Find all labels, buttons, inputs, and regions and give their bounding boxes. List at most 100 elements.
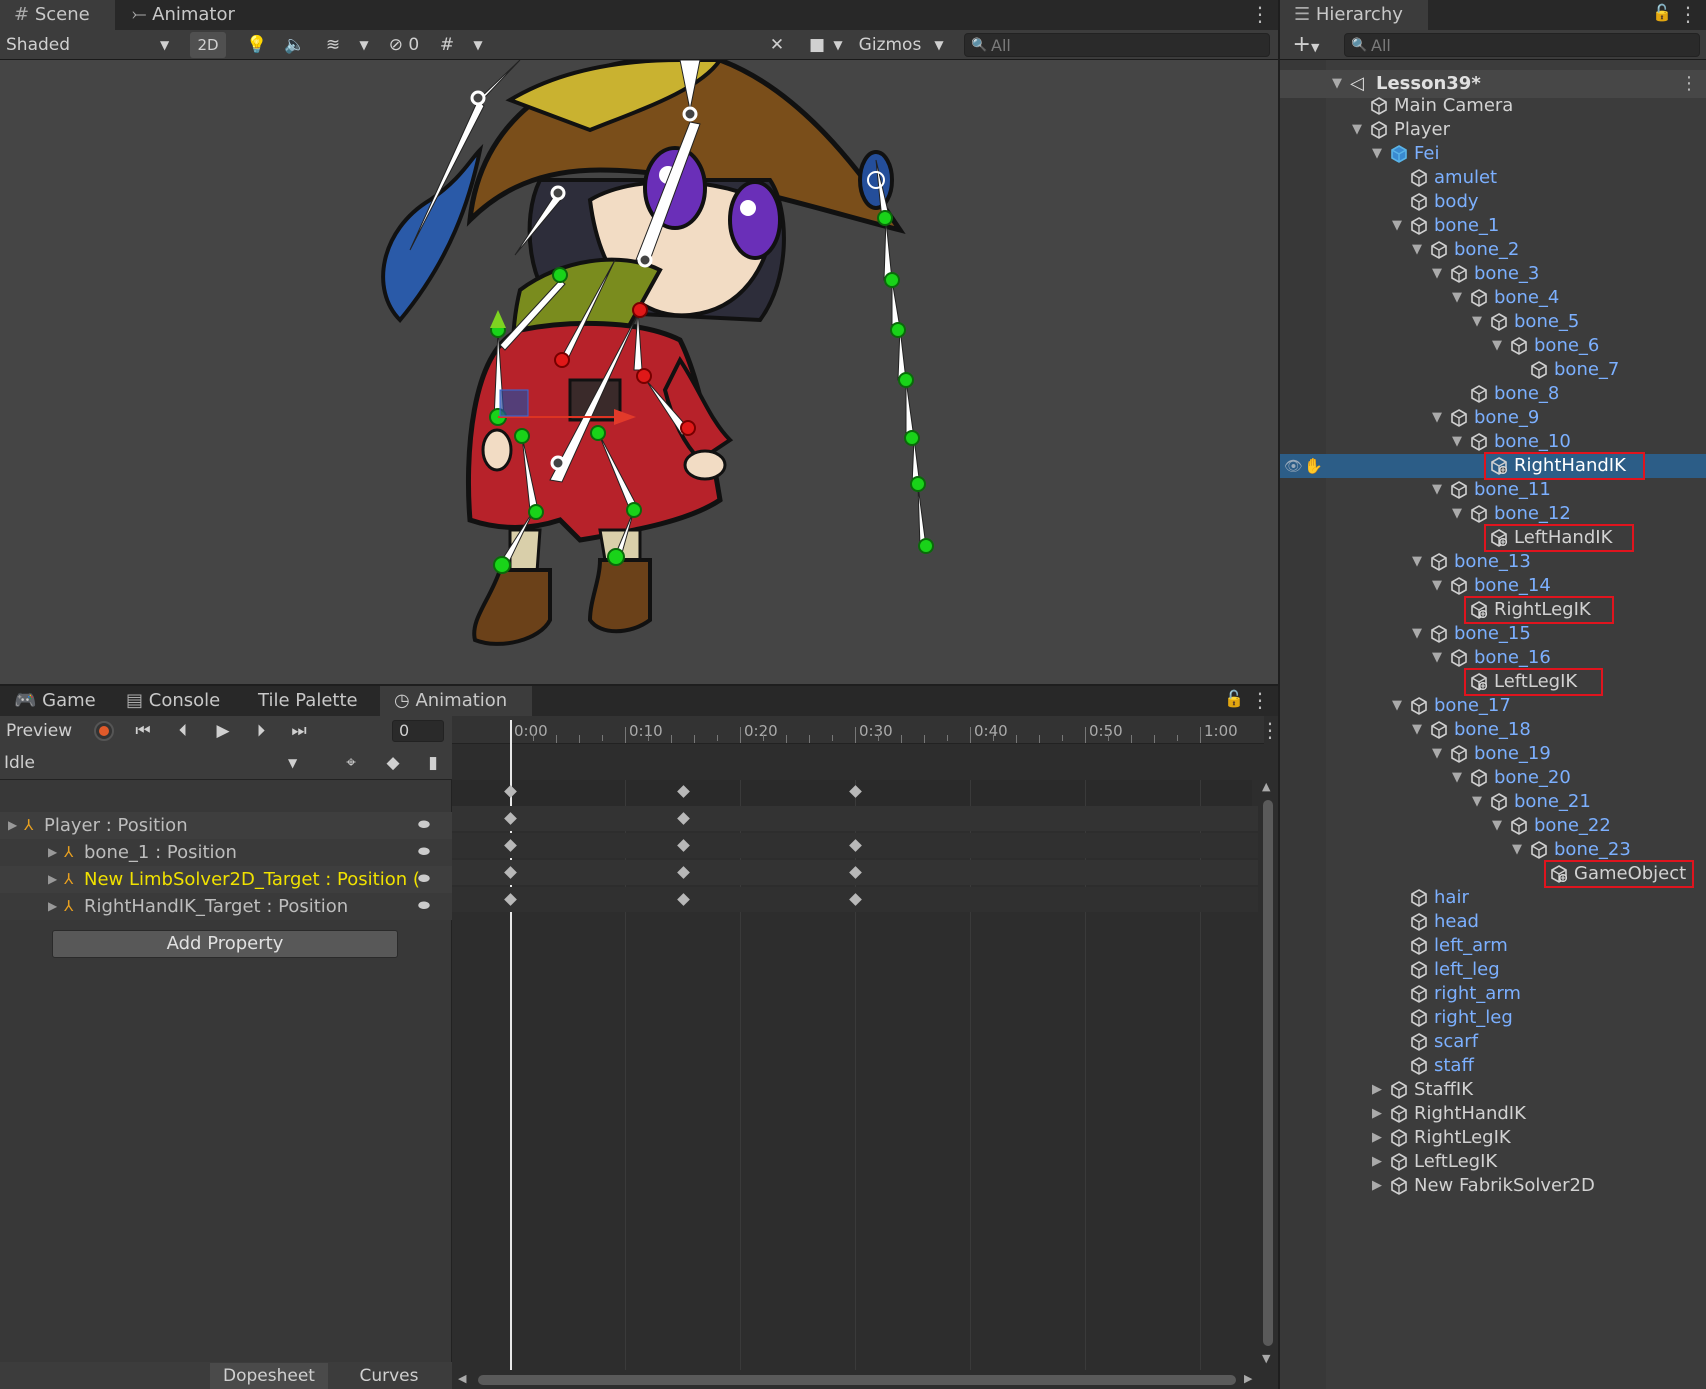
collapse-arrow-icon[interactable]: ▶	[1372, 1102, 1382, 1126]
2d-toggle-button[interactable]: 2D	[190, 32, 226, 58]
collapse-arrow-icon[interactable]: ▶	[1372, 1174, 1382, 1198]
expand-arrow-icon[interactable]: ▼	[1432, 262, 1442, 286]
property-row[interactable]: ▶ ⅄ Player : Position ⬬	[0, 812, 455, 839]
expand-arrow-icon[interactable]: ▼	[1472, 310, 1482, 334]
hierarchy-item[interactable]: hair	[1280, 886, 1706, 910]
hierarchy-item[interactable]: amulet	[1280, 166, 1706, 190]
keyframe-toggle-icon[interactable]: ⬬	[418, 839, 430, 866]
add-object-button[interactable]: +▼	[1286, 32, 1326, 58]
filter-keyframes-icon[interactable]: ⌖	[338, 750, 364, 776]
expand-arrow-icon[interactable]: ▼	[1412, 550, 1422, 574]
tab-scene[interactable]: # Scene	[0, 0, 115, 30]
tools-icon[interactable]: ✕	[764, 32, 790, 58]
hierarchy-item[interactable]: ▼ bone_18	[1280, 718, 1706, 742]
gizmos-dropdown-icon[interactable]: ▼	[930, 32, 948, 58]
camera-dropdown-icon[interactable]: ▼	[830, 32, 846, 58]
expand-arrow-icon[interactable]: ▼	[1432, 406, 1442, 430]
keyframe-toggle-icon[interactable]: ⬬	[418, 812, 430, 839]
hierarchy-item[interactable]: ▼ bone_12	[1280, 502, 1706, 526]
expand-arrow-icon[interactable]: ▼	[1452, 766, 1462, 790]
grid-snap-icon[interactable]: #	[434, 32, 460, 58]
hierarchy-item[interactable]: ▼ bone_4	[1280, 286, 1706, 310]
expand-arrow-icon[interactable]: ▼	[1452, 286, 1462, 310]
tab-tile-palette[interactable]: Tile Palette	[244, 686, 372, 716]
expand-arrow-icon[interactable]: ▼	[1432, 646, 1442, 670]
hierarchy-item[interactable]: ▶ New FabrikSolver2D	[1280, 1174, 1706, 1198]
tab-game[interactable]: 🎮 Game	[0, 686, 110, 716]
timeline-menu-icon[interactable]: ⋮	[1260, 718, 1280, 742]
hierarchy-item[interactable]: ▼ bone_9	[1280, 406, 1706, 430]
collapse-arrow-icon[interactable]: ▶	[1372, 1126, 1382, 1150]
collapse-arrow-icon[interactable]: ▶	[1372, 1150, 1382, 1174]
hierarchy-item[interactable]: ▼ bone_17	[1280, 694, 1706, 718]
keyframe-toggle-icon[interactable]: ⬬	[418, 893, 430, 920]
expand-arrow-icon[interactable]: ▶	[48, 839, 57, 866]
animation-menu-icon[interactable]: ⋮	[1250, 688, 1270, 712]
scene-view[interactable]	[0, 60, 1278, 684]
expand-arrow-icon[interactable]: ▼	[1472, 790, 1482, 814]
expand-arrow-icon[interactable]: ▼	[1432, 574, 1442, 598]
hierarchy-item[interactable]: ▼ Player	[1280, 118, 1706, 142]
add-event-icon[interactable]: ▮	[420, 750, 446, 776]
gizmos-button[interactable]: Gizmos	[852, 32, 928, 58]
tab-curves[interactable]: Curves	[330, 1363, 448, 1389]
hidden-objects-toggle[interactable]: ⊘ 0	[384, 32, 424, 58]
frame-input[interactable]: 0	[392, 720, 444, 742]
effects-dropdown-icon[interactable]: ▼	[356, 32, 372, 58]
property-row[interactable]: ▶ ⅄ bone_1 : Position ⬬	[0, 839, 455, 866]
hierarchy-item[interactable]: ▼ bone_20	[1280, 766, 1706, 790]
expand-arrow-icon[interactable]: ▼	[1432, 478, 1442, 502]
next-key-button[interactable]: ⏵	[248, 718, 274, 744]
hierarchy-item[interactable]: ▶ LeftLegIK	[1280, 1150, 1706, 1174]
lock-icon[interactable]: 🔓	[1224, 689, 1244, 708]
hierarchy-item[interactable]: scarf	[1280, 1030, 1706, 1054]
expand-arrow-icon[interactable]: ▼	[1352, 118, 1362, 142]
hierarchy-item[interactable]: ▼ bone_15	[1280, 622, 1706, 646]
add-property-button[interactable]: Add Property	[52, 930, 398, 958]
horizontal-scrollbar[interactable]: ◀ ▶	[452, 1370, 1278, 1389]
hierarchy-item[interactable]: ▼ bone_16	[1280, 646, 1706, 670]
hierarchy-item[interactable]: left_arm	[1280, 934, 1706, 958]
preview-toggle[interactable]: Preview	[6, 718, 86, 744]
prev-key-button[interactable]: ⏴	[170, 718, 196, 744]
expand-arrow-icon[interactable]: ▼	[1512, 838, 1522, 862]
scroll-right-icon[interactable]: ▶	[1244, 1372, 1252, 1385]
lock-icon[interactable]: 🔓	[1652, 3, 1672, 22]
hierarchy-item[interactable]: left_leg	[1280, 958, 1706, 982]
last-key-button[interactable]: ⏭	[286, 718, 312, 744]
tab-animation[interactable]: ◷ Animation	[380, 686, 532, 716]
scrollbar-thumb[interactable]	[1263, 800, 1273, 1346]
tab-dopesheet[interactable]: Dopesheet	[210, 1363, 328, 1389]
hierarchy-item[interactable]: head	[1280, 910, 1706, 934]
keyframe-toggle-icon[interactable]: ⬬	[418, 866, 430, 893]
hierarchy-item[interactable]: body	[1280, 190, 1706, 214]
expand-arrow-icon[interactable]: ▼	[1412, 238, 1422, 262]
hierarchy-item[interactable]: ▼ bone_2	[1280, 238, 1706, 262]
expand-arrow-icon[interactable]: ▼	[1452, 430, 1462, 454]
pickable-hand-icon[interactable]: ✋	[1304, 454, 1323, 478]
effects-toggle-icon[interactable]: ≋	[320, 32, 346, 58]
expand-arrow-icon[interactable]: ▶	[48, 866, 57, 893]
scroll-left-icon[interactable]: ◀	[458, 1372, 466, 1385]
hierarchy-item[interactable]: ▶ RightHandIK	[1280, 1102, 1706, 1126]
hierarchy-item[interactable]: ▶ RightLegIK	[1280, 1126, 1706, 1150]
vertical-scrollbar[interactable]: ▲ ▼	[1260, 780, 1276, 1370]
expand-arrow-icon[interactable]: ▼	[1372, 142, 1382, 166]
record-button[interactable]	[94, 721, 114, 741]
expand-arrow-icon[interactable]: ▶	[8, 812, 17, 839]
expand-arrow-icon[interactable]: ▼	[1432, 742, 1442, 766]
hierarchy-item[interactable]: Main Camera	[1280, 94, 1706, 118]
shading-mode-dropdown[interactable]: Shaded ▼	[6, 32, 176, 58]
hierarchy-item[interactable]: bone_7	[1280, 358, 1706, 382]
hierarchy-item[interactable]: ▶ StaffIK	[1280, 1078, 1706, 1102]
expand-arrow-icon[interactable]: ▼	[1412, 718, 1422, 742]
hierarchy-item[interactable]: ▼ bone_11	[1280, 478, 1706, 502]
expand-arrow-icon[interactable]: ▼	[1392, 214, 1402, 238]
collapse-arrow-icon[interactable]: ▶	[1372, 1078, 1382, 1102]
hierarchy-item[interactable]: ▼ bone_6	[1280, 334, 1706, 358]
grid-dropdown-icon[interactable]: ▼	[470, 32, 486, 58]
tab-hierarchy[interactable]: ☰ Hierarchy	[1280, 0, 1428, 30]
hierarchy-item[interactable]: right_leg	[1280, 1006, 1706, 1030]
lighting-toggle-icon[interactable]: 💡	[244, 32, 270, 58]
clip-dropdown[interactable]: Idle ▼	[4, 750, 302, 776]
